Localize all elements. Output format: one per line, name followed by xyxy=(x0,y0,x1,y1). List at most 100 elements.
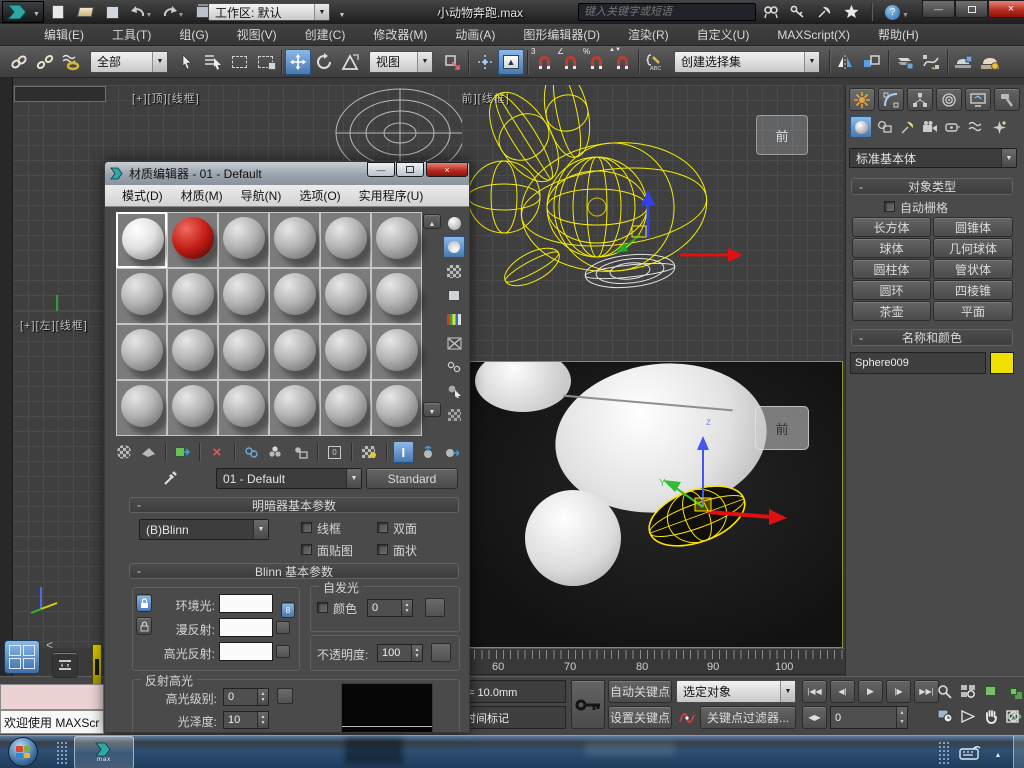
align-icon[interactable] xyxy=(859,49,885,75)
help-icon[interactable]: ? xyxy=(882,2,912,22)
open-file-icon[interactable] xyxy=(74,2,96,22)
opacity-spinner[interactable]: 100 xyxy=(377,644,423,662)
viewcube-persp-face[interactable]: 前 xyxy=(775,419,788,438)
render-production-icon[interactable] xyxy=(977,49,1003,75)
workspace-dropdown-arrow[interactable] xyxy=(314,4,329,20)
spinner-snap-icon[interactable]: ▲▼ xyxy=(609,49,635,75)
favorites-star-icon[interactable] xyxy=(841,2,861,22)
viewcube-front-face[interactable]: 前 xyxy=(775,126,788,145)
self-illum-map-button[interactable] xyxy=(425,598,445,617)
material-slot[interactable] xyxy=(320,324,371,380)
autogrid-checkbox[interactable] xyxy=(884,201,895,212)
material-editor-maximize[interactable] xyxy=(396,162,424,177)
minimize-button[interactable]: — xyxy=(922,0,955,18)
shader-type-dropdown[interactable]: (B)Blinn xyxy=(139,519,269,540)
tab-hierarchy[interactable] xyxy=(907,88,933,111)
material-slot[interactable] xyxy=(269,324,320,380)
select-and-rotate-icon[interactable] xyxy=(311,49,337,75)
taskbar-3dsmax-button[interactable]: max xyxy=(74,736,134,768)
material-slot[interactable] xyxy=(320,268,371,324)
material-slot[interactable] xyxy=(320,380,371,436)
button-geosphere[interactable]: 几何球体 xyxy=(933,238,1013,258)
menu-graph-editors[interactable]: 图形编辑器(D) xyxy=(509,26,614,43)
bind-to-space-warp-icon[interactable] xyxy=(58,49,84,75)
viewport-left-label[interactable]: [+][左][线框] xyxy=(20,317,88,333)
shader-basic-params-rollout[interactable]: 明暗器基本参数 xyxy=(129,497,459,513)
material-editor-minimize[interactable]: — xyxy=(367,162,395,177)
field-of-view-icon[interactable] xyxy=(957,705,978,727)
menu-customize[interactable]: 自定义(U) xyxy=(683,26,764,43)
material-slot[interactable] xyxy=(116,380,167,436)
me-menu-utilities[interactable]: 实用程序(U) xyxy=(350,187,433,204)
material-slot[interactable] xyxy=(269,212,320,268)
zoom-extents-all-icon[interactable] xyxy=(1003,680,1024,702)
material-slot[interactable] xyxy=(116,268,167,324)
set-key-button[interactable]: 设置关键点 xyxy=(608,706,672,729)
mirror-icon[interactable] xyxy=(833,49,859,75)
object-type-rollout[interactable]: 对象类型 xyxy=(851,178,1013,195)
material-slot[interactable] xyxy=(371,268,422,324)
menu-group[interactable]: 组(G) xyxy=(165,26,222,43)
select-by-name-icon[interactable] xyxy=(200,49,226,75)
viewport-perspective[interactable]: ][真实] z Y 前 xyxy=(462,361,843,648)
slots-scroll-up[interactable] xyxy=(423,214,441,229)
show-map-in-viewport-icon[interactable] xyxy=(358,441,379,463)
key-mode-toggle-button[interactable]: ◀▶ xyxy=(802,706,827,729)
slots-scroll-down[interactable] xyxy=(423,402,441,417)
select-and-manipulate-icon[interactable] xyxy=(472,49,498,75)
material-slot[interactable] xyxy=(167,268,218,324)
viewcube-front[interactable]: 前 xyxy=(756,115,808,155)
keyboard-shortcut-override-icon[interactable]: ▲ xyxy=(498,49,524,75)
layer-manager-icon[interactable] xyxy=(892,49,918,75)
me-menu-material[interactable]: 材质(M) xyxy=(172,187,232,204)
show-desktop-button[interactable] xyxy=(1013,736,1024,768)
rectangular-selection-region-icon[interactable] xyxy=(226,49,252,75)
button-plane[interactable]: 平面 xyxy=(933,301,1013,321)
face-map-checkbox[interactable] xyxy=(301,544,312,555)
material-slot[interactable] xyxy=(218,268,269,324)
blinn-basic-params-rollout[interactable]: Blinn 基本参数 xyxy=(129,563,459,579)
menu-help[interactable]: 帮助(H) xyxy=(864,26,933,43)
tab-display[interactable] xyxy=(965,88,991,111)
tab-create[interactable] xyxy=(849,88,875,111)
backlight-icon[interactable] xyxy=(443,236,465,258)
material-slot[interactable] xyxy=(371,212,422,268)
video-color-check-icon[interactable] xyxy=(443,308,465,330)
pan-hand-icon[interactable] xyxy=(980,705,1001,727)
self-illum-spinner[interactable]: 0 xyxy=(367,599,413,617)
button-sphere[interactable]: 球体 xyxy=(852,238,931,258)
diffuse-specular-lock-button[interactable] xyxy=(136,617,152,635)
make-material-copy-icon[interactable] xyxy=(241,441,262,463)
key-filter-curve-icon[interactable] xyxy=(676,706,698,729)
edit-named-selection-sets-icon[interactable]: ABC xyxy=(642,49,668,75)
percent-snap-icon[interactable]: % xyxy=(583,49,609,75)
new-file-icon[interactable] xyxy=(48,2,68,22)
auto-key-button[interactable]: 自动关键点 xyxy=(608,680,672,703)
material-slot[interactable] xyxy=(218,380,269,436)
input-language-keyboard-icon[interactable] xyxy=(956,742,984,762)
material-slot[interactable] xyxy=(320,212,371,268)
selection-set-dropdown[interactable]: 选定对象 xyxy=(676,680,796,703)
material-id-channel-icon[interactable]: 0 xyxy=(324,441,345,463)
primitive-category-dropdown[interactable]: 标准基本体 xyxy=(849,148,1017,168)
trackbar-toggle-button[interactable] xyxy=(52,652,78,678)
menu-rendering[interactable]: 渲染(R) xyxy=(614,26,683,43)
menu-tools[interactable]: 工具(T) xyxy=(98,26,165,43)
object-color-swatch[interactable] xyxy=(990,352,1014,374)
curve-editor-icon[interactable] xyxy=(918,49,944,75)
workspace-extra-arrow[interactable] xyxy=(334,2,350,22)
button-pyramid[interactable]: 四棱锥 xyxy=(933,280,1013,300)
material-slot[interactable] xyxy=(371,324,422,380)
select-and-link-icon[interactable] xyxy=(6,49,32,75)
ambient-color-swatch[interactable] xyxy=(219,594,273,613)
menu-edit[interactable]: 编辑(E) xyxy=(30,26,98,43)
wire-checkbox[interactable] xyxy=(301,522,312,533)
menu-modifiers[interactable]: 修改器(M) xyxy=(359,26,441,43)
material-slot[interactable] xyxy=(116,324,167,380)
sample-type-icon[interactable] xyxy=(443,212,465,234)
make-preview-icon[interactable] xyxy=(443,332,465,354)
name-color-rollout[interactable]: 名称和颜色 xyxy=(851,329,1013,346)
current-frame-field[interactable]: 0 xyxy=(830,706,908,729)
button-box[interactable]: 长方体 xyxy=(852,217,931,237)
search-input[interactable] xyxy=(578,3,756,21)
